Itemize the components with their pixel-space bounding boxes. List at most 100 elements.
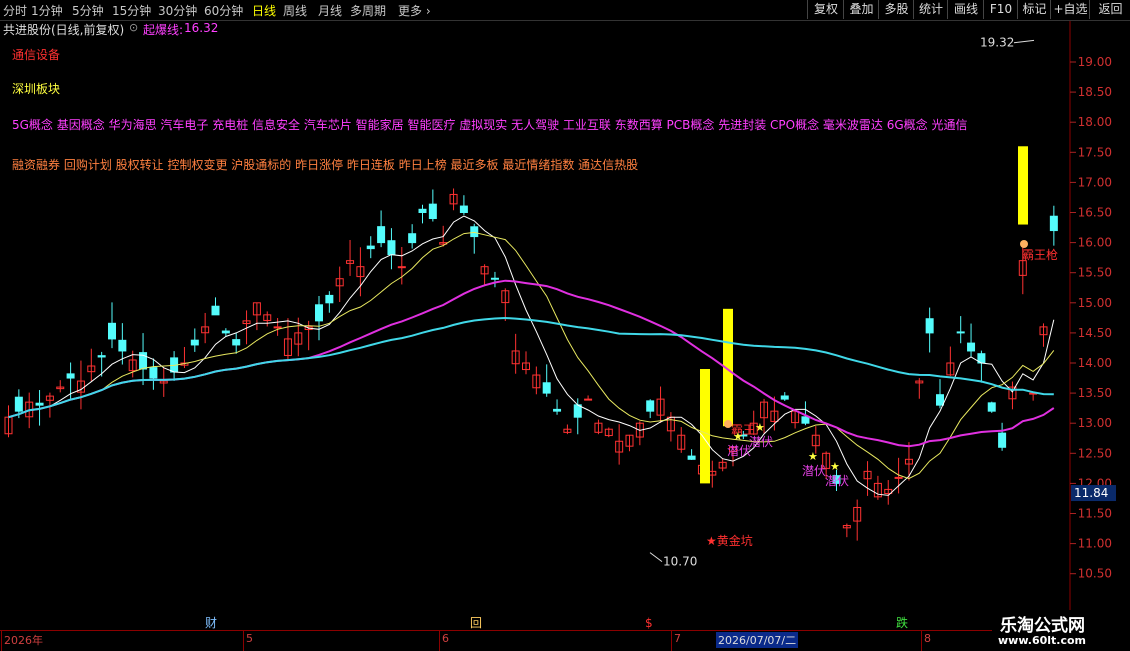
watermark-logo: 乐淘公式网 www.60lt.com [992, 610, 1130, 650]
candle-body [584, 398, 593, 401]
ma10-line [8, 231, 1055, 480]
low-price-pointer [649, 552, 663, 563]
candle-body [1049, 215, 1058, 232]
tool-button[interactable]: 标记 [1017, 0, 1051, 19]
price-tick-label: 16.00 [1078, 236, 1112, 250]
period-tab[interactable]: 周线 [283, 2, 307, 19]
tool-button[interactable]: +自选 [1050, 0, 1090, 19]
region-tag: 深圳板块 [12, 82, 61, 96]
ma60-line [8, 316, 1054, 419]
kline-chart[interactable]: 19.00 18.50 18.00 17.50 17.00 16.50 16.00 15.50… [0, 21, 1130, 630]
concept-tags: 5G概念 基因概念 华为海思 汽车电子 充电桩 信息安全 汽车芯片 智能家居 智… [12, 118, 968, 132]
candle-body [221, 330, 230, 334]
tool-button[interactable]: 叠加 [843, 0, 879, 19]
candle-body [687, 455, 696, 460]
price-tick-label: 15.50 [1078, 266, 1112, 280]
star-icon: ★ [755, 421, 765, 434]
signal-label: 潜伏 [727, 444, 751, 458]
period-tab[interactable]: 分时 [3, 2, 27, 19]
high-price-label: 19.32 [980, 36, 1014, 50]
watermark-url: www.60lt.com [998, 634, 1087, 647]
hand-icon [1020, 240, 1028, 248]
candle-body [470, 226, 479, 238]
period-tab[interactable]: 月线 [318, 2, 342, 19]
candle-body [149, 367, 158, 379]
date-label: 5 [246, 632, 253, 645]
price-tick-label: 17.00 [1078, 175, 1112, 189]
date-label: 6 [442, 632, 449, 645]
candle-body [894, 476, 903, 479]
candle-body [14, 396, 23, 412]
candle-body [118, 339, 127, 352]
style-tags: 融资融券 回购计划 股权转让 控制权变更 沪股通标的 昨日涨停 昨日连板 昨日上… [12, 158, 639, 172]
candle-body [66, 373, 75, 379]
price-tick-label: 14.50 [1078, 326, 1112, 340]
candle-body [315, 304, 323, 322]
tool-button[interactable]: 多股 [878, 0, 914, 19]
candle-body [428, 203, 437, 220]
event-marker[interactable]: 回 [470, 616, 482, 630]
hand-icon [724, 420, 732, 428]
candle-body [490, 277, 499, 280]
tool-button[interactable]: 复权 [807, 0, 844, 19]
price-tick-label: 18.50 [1078, 85, 1112, 99]
ma30-line [8, 279, 1055, 448]
candle-body [325, 294, 334, 304]
tool-button[interactable]: 统计 [913, 0, 948, 19]
period-tab[interactable]: 15分钟 [112, 2, 151, 19]
period-tab[interactable]: 5分钟 [72, 2, 104, 19]
price-tick-label: 11.50 [1078, 507, 1112, 521]
price-tick-label: 18.00 [1078, 115, 1112, 129]
candle-body [646, 400, 655, 412]
candle-body [459, 205, 468, 214]
date-label: 8 [924, 632, 931, 645]
signal-label: 霸王枪 [1022, 247, 1058, 262]
star-icon: ★ [830, 460, 840, 473]
low-price-label: 10.70 [663, 555, 697, 569]
date-tick [243, 631, 244, 651]
candle-body [936, 394, 944, 406]
period-tab[interactable]: 日线 [252, 2, 276, 19]
candle-body [211, 305, 220, 316]
price-tick-label: 10.50 [1078, 567, 1112, 581]
signal-label: ★黄金坑 [706, 533, 753, 548]
candle-body [190, 339, 199, 346]
event-marker[interactable]: 财 [205, 616, 217, 630]
price-tick-label: 15.00 [1078, 296, 1112, 310]
tool-button[interactable]: 画线 [947, 0, 984, 19]
period-tab[interactable]: 30分钟 [158, 2, 197, 19]
period-tab[interactable]: 更多 › [398, 2, 431, 19]
event-marker[interactable]: $ [645, 616, 653, 630]
tool-button[interactable]: 返回 [1089, 0, 1130, 19]
candle-body [387, 240, 396, 256]
candle-body [542, 382, 551, 394]
candle-body [408, 233, 417, 244]
signal-label: 潜伏 [749, 435, 773, 449]
price-tick-label: 17.50 [1078, 145, 1112, 159]
candle-body [967, 342, 976, 352]
candle-body [108, 322, 116, 340]
event-marker[interactable]: 跌 [896, 615, 908, 630]
signal-label: 潜伏 [825, 474, 849, 488]
current-price-label: 11.84 [1074, 486, 1108, 500]
period-tab[interactable]: 60分钟 [204, 2, 243, 19]
signal-bar [700, 369, 710, 484]
candle-body [232, 339, 241, 346]
star-icon: ★ [733, 430, 743, 443]
period-tab[interactable]: 多周期 [350, 2, 386, 19]
price-tick-label: 13.50 [1078, 386, 1112, 400]
candle-body [780, 395, 789, 400]
candle-body [97, 355, 106, 358]
candle-body [366, 245, 375, 250]
period-tab[interactable]: 1分钟 [31, 2, 63, 19]
candle-body [987, 402, 996, 412]
candle-body [273, 326, 282, 329]
date-tick [439, 631, 440, 651]
candle-body [925, 318, 934, 334]
price-tick-label: 12.50 [1078, 446, 1112, 460]
price-tick-label: 16.50 [1078, 206, 1112, 220]
date-tick [921, 631, 922, 651]
tool-button[interactable]: F10 [983, 0, 1018, 19]
signal-bar [1018, 146, 1028, 225]
star-icon: ★ [808, 450, 818, 463]
